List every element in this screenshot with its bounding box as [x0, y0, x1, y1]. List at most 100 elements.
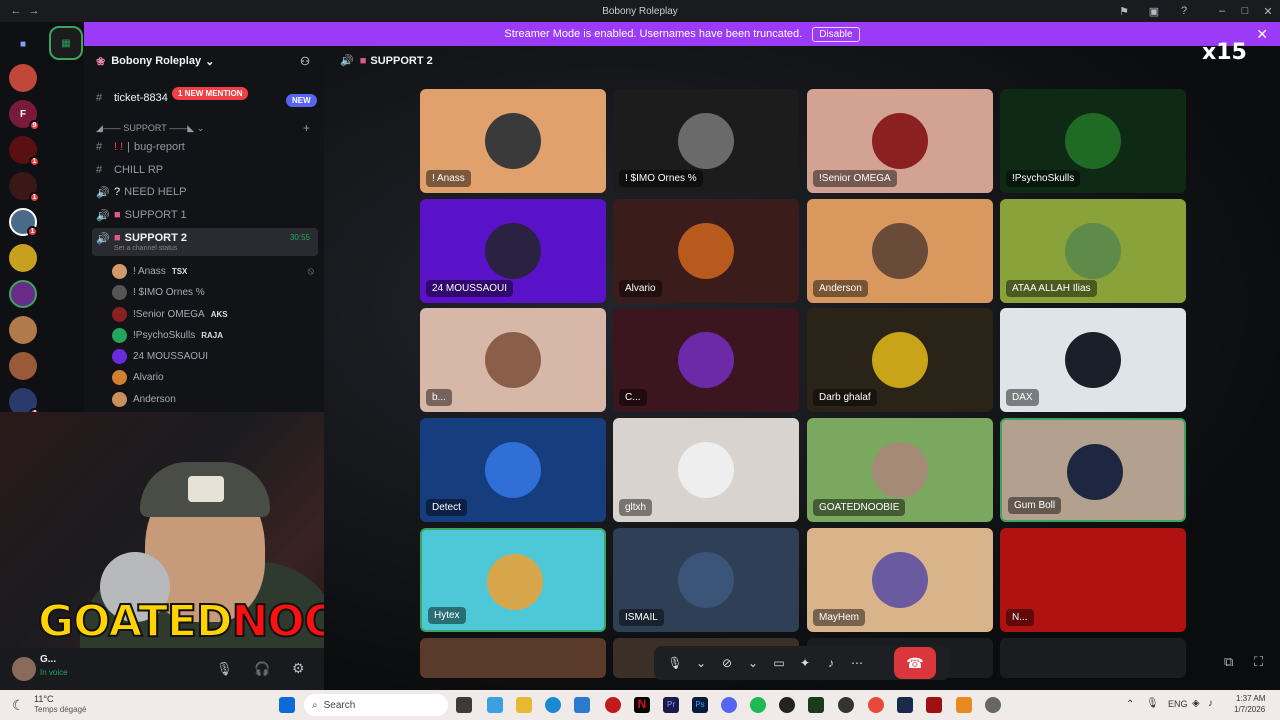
close-banner-icon[interactable]: ✕ — [1256, 26, 1268, 43]
app-icon[interactable] — [779, 697, 795, 713]
channel-bug-report[interactable]: # ! ! | bug-report — [92, 137, 318, 157]
discord-icon[interactable] — [721, 697, 737, 713]
network-icon[interactable]: ◈ — [1192, 698, 1200, 709]
participant-tile[interactable]: GOATEDNOOBIE — [807, 418, 993, 522]
voice-member[interactable]: ! $IMO Ornes % — [112, 282, 312, 302]
microphone-icon[interactable]: 🎙 — [216, 661, 233, 677]
chevron-down-icon[interactable]: ⌄ — [742, 652, 764, 674]
server-icon[interactable] — [9, 352, 37, 380]
disable-button[interactable]: Disable — [812, 26, 860, 42]
chevron-up-icon[interactable]: ⌃ — [1126, 699, 1134, 710]
premiere-icon[interactable]: Pr — [663, 697, 679, 713]
app-icon[interactable] — [956, 697, 972, 713]
close-icon[interactable]: ✕ — [1260, 3, 1276, 19]
voice-member[interactable]: ! Anass TSX ⦸ — [112, 261, 314, 281]
participant-tile[interactable]: Gum Boll — [1000, 418, 1186, 522]
more-icon[interactable]: ⋯ — [846, 652, 868, 674]
dm-home-icon[interactable]: ■ — [9, 30, 37, 58]
camera-off-icon[interactable]: ⊘ — [716, 652, 738, 674]
file-explorer-icon[interactable] — [516, 697, 532, 713]
participant-tile[interactable]: 24 MOUSSAOUI — [420, 199, 606, 303]
server-icon[interactable]: F9 — [9, 100, 40, 131]
server-icon[interactable] — [9, 280, 37, 308]
activities-icon[interactable]: ✦ — [794, 652, 816, 674]
steam-icon[interactable] — [897, 697, 913, 713]
user-avatar[interactable] — [12, 657, 36, 681]
app-icon[interactable] — [808, 697, 824, 713]
server-icon[interactable]: 1 — [9, 172, 40, 203]
participant-tile[interactable]: Hytex — [420, 528, 606, 632]
participant-tile[interactable]: N... — [1000, 528, 1186, 632]
participant-tile[interactable]: MayHem — [807, 528, 993, 632]
settings-gear-icon[interactable]: ⚙ — [292, 660, 305, 677]
edge-icon[interactable] — [545, 697, 561, 713]
task-view-icon[interactable] — [456, 697, 472, 713]
server-icon[interactable] — [9, 316, 37, 344]
participant-tile[interactable]: b... — [420, 308, 606, 412]
participant-tile[interactable]: Anderson — [807, 199, 993, 303]
participant-tile[interactable]: Detect — [420, 418, 606, 522]
fullscreen-icon[interactable]: ⛶ — [1254, 654, 1263, 670]
photoshop-icon[interactable]: Ps — [692, 697, 708, 713]
language-indicator[interactable]: ENG — [1168, 699, 1188, 709]
add-member-icon[interactable]: ⚇ — [300, 55, 310, 68]
voice-member[interactable]: !PsychoSkulls RAJA — [112, 325, 312, 345]
minimize-icon[interactable]: – — [1214, 3, 1230, 19]
channel-need-help[interactable]: 🔊 ? NEED HELP — [92, 182, 318, 202]
app-icon[interactable] — [926, 697, 942, 713]
server-icon[interactable] — [9, 244, 37, 272]
participant-tile[interactable]: ATAA ALLAH Ilias — [1000, 199, 1186, 303]
screen-icon[interactable]: ▣ — [1146, 3, 1162, 19]
settings-icon[interactable] — [985, 697, 1001, 713]
server-icon[interactable]: 1 — [9, 208, 38, 237]
volume-icon[interactable]: ♪ — [1208, 698, 1213, 709]
windows-start-icon[interactable] — [279, 697, 295, 713]
voice-member[interactable]: Alvario — [112, 367, 312, 387]
chevron-down-icon[interactable]: ⌄ — [690, 652, 712, 674]
maximize-icon[interactable]: □ — [1237, 3, 1253, 19]
category-support[interactable]: ◢—— SUPPORT ——◣ ⌄ + — [92, 118, 318, 138]
participant-tile[interactable]: ISMAIL — [613, 528, 799, 632]
microphone-icon[interactable]: 🎙 — [1146, 698, 1159, 709]
participant-tile[interactable]: DAX — [1000, 308, 1186, 412]
channel-status[interactable]: Set a channel status — [114, 245, 177, 252]
voice-member[interactable]: Anderson — [112, 389, 312, 409]
microphone-icon[interactable]: 🎙 — [664, 652, 686, 674]
obs-icon[interactable] — [838, 697, 854, 713]
voice-member[interactable]: 24 MOUSSAOUI — [112, 346, 312, 366]
new-pill[interactable]: NEW — [286, 94, 317, 107]
add-channel-icon[interactable]: + — [303, 121, 310, 135]
mention-pill[interactable]: 1 NEW MENTION — [172, 87, 249, 100]
store-icon[interactable] — [574, 697, 590, 713]
server-icon[interactable]: 1 — [9, 136, 40, 167]
participant-tile[interactable]: ! Anass — [420, 89, 606, 193]
server-header[interactable]: ❀ Bobony Roleplay ⌄ ⚇ — [84, 46, 324, 76]
participant-tile[interactable]: gltxh — [613, 418, 799, 522]
disconnect-button[interactable]: ☎ — [894, 647, 936, 679]
server-icon[interactable] — [9, 64, 37, 92]
headphones-icon[interactable]: 🎧 — [254, 661, 270, 677]
participant-tile[interactable]: !Senior OMEGA — [807, 89, 993, 193]
participant-tile[interactable] — [420, 638, 606, 678]
inbox-icon[interactable]: ⚑ — [1116, 3, 1132, 19]
screen-share-icon[interactable]: ▭ — [768, 652, 790, 674]
voice-member[interactable]: !Senior OMEGA AKS — [112, 304, 312, 324]
netflix-icon[interactable]: N — [634, 697, 650, 713]
participant-tile[interactable]: ! $IMO Ornes % — [613, 89, 799, 193]
participant-tile[interactable]: Darb ghalaf — [807, 308, 993, 412]
participant-tile[interactable]: !PsychoSkulls — [1000, 89, 1186, 193]
search-box[interactable]: ⌕ Search — [304, 694, 448, 716]
participant-tile[interactable]: Alvario — [613, 199, 799, 303]
channel-chill-rp[interactable]: # CHILL RP — [92, 160, 318, 180]
channel-support-2[interactable]: 🔊 ■ SUPPORT 2 30:55 Set a channel status — [92, 228, 318, 256]
popout-icon[interactable]: ⧉ — [1224, 654, 1233, 670]
help-icon[interactable]: ? — [1176, 3, 1192, 19]
clock-date[interactable]: 1/7/2026 — [1234, 705, 1265, 714]
clock-time[interactable]: 1:37 AM — [1236, 694, 1265, 703]
soundboard-icon[interactable]: ♪ — [820, 652, 842, 674]
chrome-icon[interactable] — [868, 697, 884, 713]
participant-tile[interactable]: C... — [613, 308, 799, 412]
app-icon[interactable] — [605, 697, 621, 713]
spotify-icon[interactable] — [750, 697, 766, 713]
participant-tile[interactable] — [1000, 638, 1186, 678]
